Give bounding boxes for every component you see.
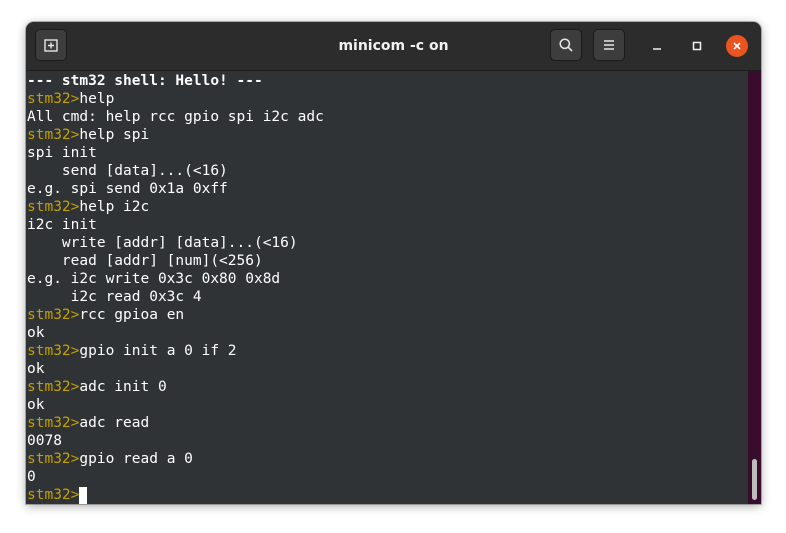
output-text: i2c init bbox=[27, 217, 97, 233]
shell-prompt: stm32> bbox=[27, 487, 80, 503]
output-text: ok bbox=[27, 397, 45, 413]
command-text: --- stm32 shell: Hello! --- bbox=[27, 73, 263, 89]
command-text: rcc gpioa en bbox=[79, 307, 185, 323]
text-cursor bbox=[79, 487, 88, 504]
terminal-line: stm32>gpio init a 0 if 2 bbox=[27, 342, 237, 360]
terminal-line: e.g. spi send 0x1a 0xff bbox=[27, 180, 228, 198]
terminal-line: write [addr] [data]...(<16) bbox=[27, 234, 298, 252]
terminal-line: stm32>help bbox=[27, 90, 114, 108]
minimize-icon bbox=[652, 41, 662, 51]
command-text: adc init 0 bbox=[79, 379, 167, 395]
shell-prompt: stm32> bbox=[27, 199, 80, 215]
output-text: e.g. spi send 0x1a 0xff bbox=[27, 181, 228, 197]
terminal-line: i2c read 0x3c 4 bbox=[27, 288, 202, 306]
output-text: 0078 bbox=[27, 433, 62, 449]
terminal-line: e.g. i2c write 0x3c 0x80 0x8d bbox=[27, 270, 280, 288]
output-text: All cmd: help rcc gpio spi i2c adc bbox=[27, 109, 324, 125]
terminal-line: read [addr] [num](<256) bbox=[27, 252, 263, 270]
output-text: ok bbox=[27, 361, 45, 377]
new-tab-button[interactable] bbox=[35, 29, 67, 61]
shell-prompt: stm32> bbox=[27, 343, 80, 359]
shell-prompt: stm32> bbox=[27, 127, 80, 143]
command-text: gpio read a 0 bbox=[79, 451, 193, 467]
title-bar[interactable]: minicom -c on bbox=[26, 22, 761, 71]
terminal-line: ok bbox=[27, 360, 44, 378]
close-button[interactable] bbox=[726, 35, 748, 57]
new-tab-icon bbox=[43, 37, 59, 53]
shell-prompt: stm32> bbox=[27, 451, 80, 467]
output-text: i2c read 0x3c 4 bbox=[27, 289, 202, 305]
maximize-icon bbox=[692, 41, 702, 51]
output-text: ok bbox=[27, 325, 45, 341]
hamburger-menu-icon bbox=[602, 39, 616, 51]
close-icon bbox=[732, 41, 742, 51]
output-text: write [addr] [data]...(<16) bbox=[27, 235, 298, 251]
command-text: adc read bbox=[79, 415, 150, 431]
terminal-line: stm32>rcc gpioa en bbox=[27, 306, 184, 324]
terminal-output[interactable]: --- stm32 shell: Hello! --- stm32>help A… bbox=[26, 71, 748, 504]
shell-prompt: stm32> bbox=[27, 415, 80, 431]
terminal-line: stm32>help spi bbox=[27, 126, 149, 144]
terminal-line: stm32>help i2c bbox=[27, 198, 149, 216]
terminal-line: All cmd: help rcc gpio spi i2c adc bbox=[27, 108, 324, 126]
command-text: help bbox=[79, 91, 115, 107]
shell-prompt: stm32> bbox=[27, 307, 80, 323]
current-prompt-line[interactable]: stm32> bbox=[27, 486, 88, 504]
command-text: gpio init a 0 if 2 bbox=[79, 343, 237, 359]
terminal-line: stm32>gpio read a 0 bbox=[27, 450, 193, 468]
shell-prompt: stm32> bbox=[27, 379, 80, 395]
terminal-line: stm32>adc read bbox=[27, 414, 149, 432]
terminal-line: 0078 bbox=[27, 432, 62, 450]
terminal-line: ok bbox=[27, 324, 44, 342]
vertical-scrollbar[interactable] bbox=[748, 71, 761, 504]
scrollbar-thumb[interactable] bbox=[752, 459, 757, 500]
search-button[interactable] bbox=[550, 29, 582, 61]
terminal-line: 0 bbox=[27, 468, 36, 486]
output-text: send [data]...(<16) bbox=[27, 163, 228, 179]
output-text: e.g. i2c write 0x3c 0x80 0x8d bbox=[27, 271, 281, 287]
terminal-line: send [data]...(<16) bbox=[27, 162, 228, 180]
terminal-line: spi init bbox=[27, 144, 97, 162]
shell-prompt: stm32> bbox=[27, 91, 80, 107]
search-icon bbox=[558, 37, 574, 53]
terminal-window: minicom -c on --- stm32 shell: Hello! --… bbox=[26, 22, 761, 504]
output-text: 0 bbox=[27, 469, 36, 485]
output-text: read [addr] [num](<256) bbox=[27, 253, 263, 269]
maximize-button[interactable] bbox=[686, 35, 708, 57]
command-text: help spi bbox=[79, 127, 150, 143]
terminal-line: --- stm32 shell: Hello! --- bbox=[27, 72, 263, 90]
terminal-line: stm32>adc init 0 bbox=[27, 378, 167, 396]
terminal-line: i2c init bbox=[27, 216, 97, 234]
minimize-button[interactable] bbox=[646, 35, 668, 57]
terminal-line: ok bbox=[27, 396, 44, 414]
menu-button[interactable] bbox=[593, 29, 625, 61]
command-text: help i2c bbox=[79, 199, 150, 215]
output-text: spi init bbox=[27, 145, 97, 161]
